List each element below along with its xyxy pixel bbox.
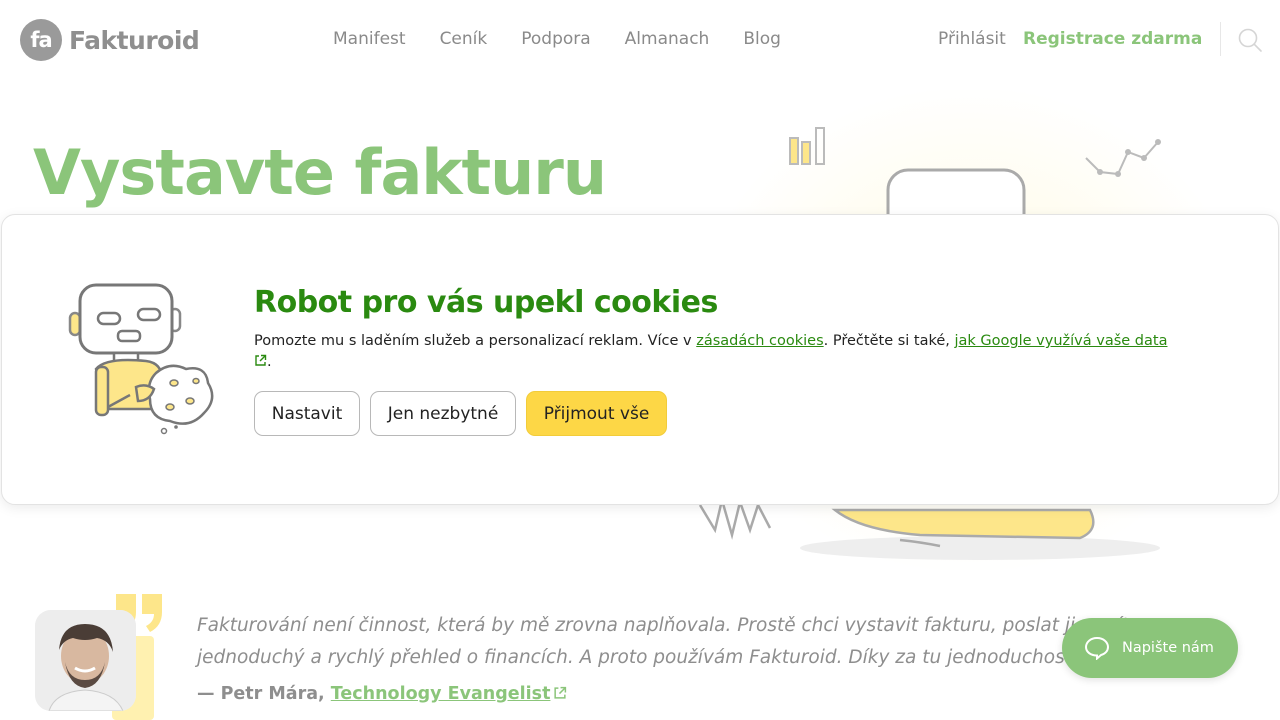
header-divider — [1220, 22, 1221, 56]
external-link-icon[interactable] — [553, 685, 567, 699]
necessary-only-button[interactable]: Jen nezbytné — [370, 391, 516, 436]
cookie-text-after: . — [267, 354, 272, 370]
site-header: fa Fakturoid Manifest Ceník Podpora Alma… — [0, 0, 1280, 80]
chat-button-label: Napište nám — [1122, 640, 1214, 656]
nav-support[interactable]: Podpora — [521, 29, 590, 49]
cookie-text-before: Pomozte mu s laděním služeb a personaliz… — [254, 333, 697, 349]
cookie-buttons: Nastavit Jen nezbytné Přijmout vše — [254, 391, 677, 436]
author-name: — Petr Mára, — [197, 684, 331, 704]
logo-text: Fakturoid — [69, 25, 200, 55]
cookie-policy-link[interactable]: zásadách cookies — [696, 333, 823, 349]
search-icon[interactable] — [1237, 27, 1263, 53]
nav-blog[interactable]: Blog — [743, 29, 781, 49]
settings-button[interactable]: Nastavit — [254, 391, 360, 436]
line-chart-icon — [1085, 139, 1161, 177]
robot-cookie-illustration — [66, 279, 226, 443]
chat-bubble-icon — [1084, 636, 1110, 661]
chat-button[interactable]: Napište nám — [1062, 618, 1238, 678]
main-nav: Manifest Ceník Podpora Almanach Blog — [333, 29, 815, 49]
nav-manifest[interactable]: Manifest — [333, 29, 406, 49]
testimonial-quote: Fakturování není činnost, která by mě zr… — [197, 615, 1129, 668]
nav-pricing[interactable]: Ceník — [440, 29, 488, 49]
hero-title: Vystavte fakturu — [33, 136, 607, 209]
logo-mark: fa — [20, 19, 62, 61]
cookie-title: Robot pro vás upekl cookies — [254, 285, 718, 320]
login-link[interactable]: Přihlásit — [938, 29, 1006, 49]
avatar — [35, 610, 136, 711]
cookie-banner: Robot pro vás upekl cookies Pomozte mu s… — [1, 214, 1279, 505]
fakturoid-logo[interactable]: fa Fakturoid — [20, 19, 200, 61]
google-data-link[interactable]: jak Google využívá vaše data — [955, 333, 1168, 349]
register-link[interactable]: Registrace zdarma — [1023, 29, 1202, 49]
bar-chart-icon — [789, 127, 825, 165]
cookie-description: Pomozte mu s laděním služeb a personaliz… — [254, 331, 1204, 373]
cookie-text-middle: . Přečtěte si také, — [823, 333, 955, 349]
external-link-icon[interactable] — [254, 353, 267, 366]
author-role-link[interactable]: Technology Evangelist — [331, 684, 551, 704]
testimonial-author: — Petr Mára, Technology Evangelist — [197, 684, 567, 704]
accept-all-button[interactable]: Přijmout vše — [526, 391, 667, 436]
nav-almanach[interactable]: Almanach — [625, 29, 710, 49]
